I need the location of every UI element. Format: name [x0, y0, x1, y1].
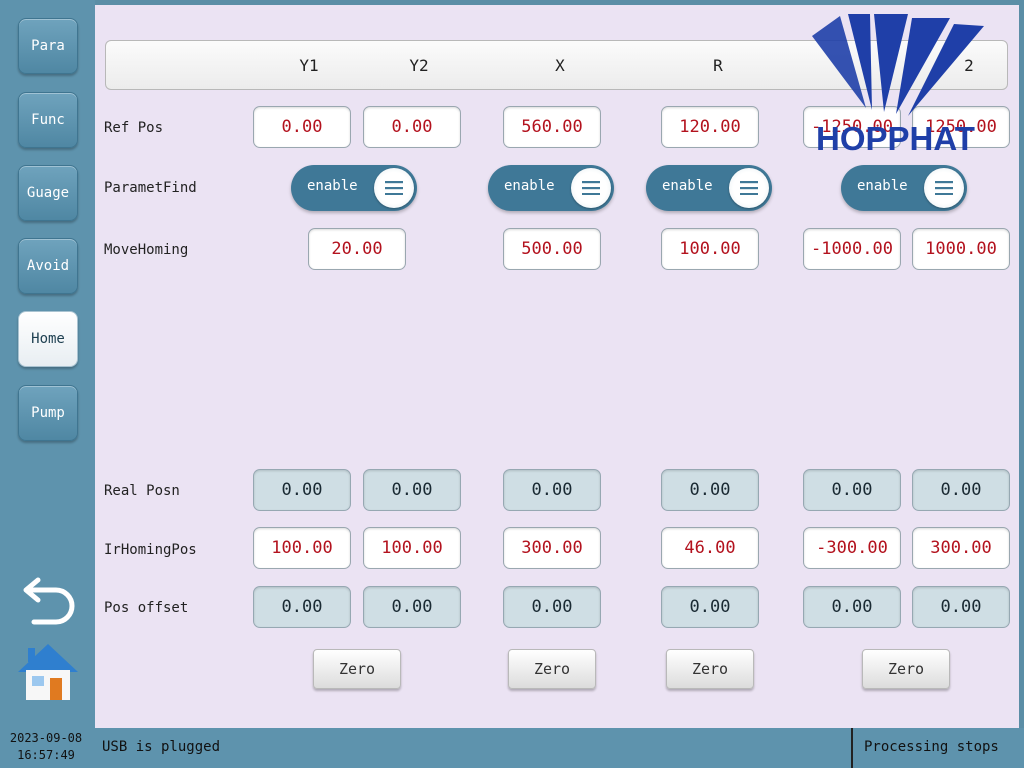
row-label-pos-offset: Pos offset [104, 600, 189, 616]
row-label-ir-homing-pos: IrHomingPos [104, 542, 197, 558]
real-posn-5-value: 0.00 [803, 469, 901, 511]
real-posn-y2-value: 0.00 [363, 469, 461, 511]
paramet-find-toggle-y[interactable]: enable [291, 165, 417, 211]
zero-button-z[interactable]: Zero [862, 649, 950, 689]
pos-offset-x-value: 0.00 [503, 586, 601, 628]
toggle-label: enable [662, 178, 713, 194]
paramet-find-toggle-x[interactable]: enable [488, 165, 614, 211]
ir-homing-pos-y1-field[interactable]: 100.00 [253, 527, 351, 569]
column-header-r: R [713, 56, 723, 75]
move-homing-x-field[interactable]: 500.00 [503, 228, 601, 270]
real-posn-x-value: 0.00 [503, 469, 601, 511]
column-header-y1: Y1 [299, 56, 319, 75]
ref-pos-y1-field[interactable]: 0.00 [253, 106, 351, 148]
ir-homing-pos-5-field[interactable]: -300.00 [803, 527, 901, 569]
pos-offset-y2-value: 0.00 [363, 586, 461, 628]
ir-homing-pos-6-field[interactable]: 300.00 [912, 527, 1010, 569]
ref-pos-r-field[interactable]: 120.00 [661, 106, 759, 148]
real-posn-6-value: 0.00 [912, 469, 1010, 511]
row-label-ref-pos: Ref Pos [104, 120, 164, 136]
column-header-x: X [555, 56, 565, 75]
home-icon[interactable] [16, 640, 80, 702]
move-homing-r-field[interactable]: 100.00 [661, 228, 759, 270]
zero-button-x[interactable]: Zero [508, 649, 596, 689]
zero-button-y[interactable]: Zero [313, 649, 401, 689]
ir-homing-pos-y2-field[interactable]: 100.00 [363, 527, 461, 569]
pos-offset-6-value: 0.00 [912, 586, 1010, 628]
row-label-move-homing: MoveHoming [104, 242, 189, 258]
move-homing-6-field[interactable]: 1000.00 [912, 228, 1010, 270]
toggle-label: enable [307, 178, 358, 194]
pos-offset-y1-value: 0.00 [253, 586, 351, 628]
status-bar: 2023-09-08 16:57:49 USB is plugged Proce… [0, 728, 1024, 768]
pos-offset-r-value: 0.00 [661, 586, 759, 628]
sidebar-item-avoid[interactable]: Avoid [18, 238, 78, 294]
row-label-paramet-find: ParametFind [104, 180, 197, 196]
pos-offset-5-value: 0.00 [803, 586, 901, 628]
back-icon[interactable] [20, 566, 80, 626]
menu-lines-icon [729, 168, 769, 208]
sidebar-item-guage[interactable]: Guage [18, 165, 78, 221]
usb-status-text: USB is plugged [102, 739, 221, 755]
row-label-real-posn: Real Posn [104, 483, 180, 499]
ref-pos-x-field[interactable]: 560.00 [503, 106, 601, 148]
real-posn-y1-value: 0.00 [253, 469, 351, 511]
sidebar-item-pump[interactable]: Pump [18, 385, 78, 441]
paramet-find-toggle-z[interactable]: enable [841, 165, 967, 211]
sidebar-item-home[interactable]: Home [18, 311, 78, 367]
sidebar-item-para[interactable]: Para [18, 18, 78, 74]
toggle-label: enable [504, 178, 555, 194]
toggle-label: enable [857, 178, 908, 194]
date-text: 2023-09-08 [9, 731, 83, 745]
ir-homing-pos-r-field[interactable]: 46.00 [661, 527, 759, 569]
paramet-find-toggle-r[interactable]: enable [646, 165, 772, 211]
status-divider [851, 728, 853, 768]
real-posn-r-value: 0.00 [661, 469, 759, 511]
move-homing-5-field[interactable]: -1000.00 [803, 228, 901, 270]
ir-homing-pos-x-field[interactable]: 300.00 [503, 527, 601, 569]
column-header-y2: Y2 [409, 56, 429, 75]
menu-lines-icon [571, 168, 611, 208]
time-text: 16:57:49 [17, 748, 75, 762]
datetime-display: 2023-09-08 16:57:49 [6, 730, 86, 764]
menu-lines-icon [374, 168, 414, 208]
sidebar: Para Func Guage Avoid Home Pump [0, 0, 95, 728]
menu-lines-icon [924, 168, 964, 208]
move-homing-y-field[interactable]: 20.00 [308, 228, 406, 270]
process-status-text: Processing stops [864, 739, 999, 755]
sidebar-item-func[interactable]: Func [18, 92, 78, 148]
logo-wordmark: HOPPHAT [816, 120, 975, 157]
zero-button-r[interactable]: Zero [666, 649, 754, 689]
ref-pos-y2-field[interactable]: 0.00 [363, 106, 461, 148]
